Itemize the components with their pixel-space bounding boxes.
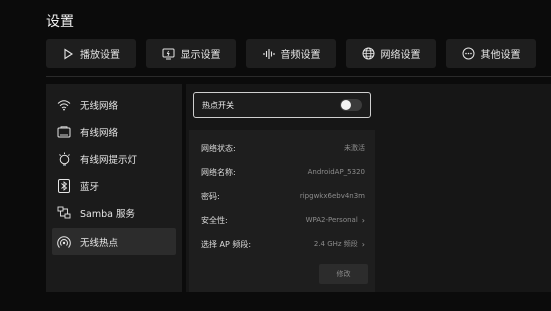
audio-wave-icon bbox=[262, 48, 275, 59]
hotspot-switch[interactable] bbox=[340, 99, 362, 111]
sidebar-item-label: 有线网络 bbox=[80, 127, 119, 139]
wifi-icon bbox=[56, 97, 72, 113]
tab-network[interactable]: 网络设置 bbox=[346, 39, 436, 68]
chevron-right-icon: › bbox=[361, 239, 365, 249]
more-icon bbox=[462, 47, 474, 60]
tab-other[interactable]: 其他设置 bbox=[446, 39, 536, 68]
sidebar-item-label: Samba 服务 bbox=[80, 208, 135, 220]
hotspot-toggle-label: 热点开关 bbox=[202, 100, 234, 110]
tab-display[interactable]: 显示设置 bbox=[146, 39, 236, 68]
band-row[interactable]: 选择 AP 频段: 2.4 GHz 频段 › bbox=[201, 237, 365, 251]
sidebar-item-label: 无线网络 bbox=[80, 100, 119, 112]
sidebar-item-label: 蓝牙 bbox=[80, 181, 100, 193]
sidebar-item-ethernet-led[interactable]: 有线网提示灯 bbox=[52, 145, 176, 172]
page-title: 设置 bbox=[46, 14, 74, 30]
security-row[interactable]: 安全性: WPA2-Personal › bbox=[201, 213, 365, 227]
password-value: ripgwkx6ebv4n3m bbox=[299, 192, 365, 200]
tab-label: 播放设置 bbox=[80, 50, 120, 61]
band-label: 选择 AP 频段: bbox=[201, 239, 252, 249]
ethernet-icon bbox=[56, 124, 72, 140]
hotspot-toggle-row[interactable]: 热点开关 bbox=[193, 92, 371, 118]
tab-label: 其他设置 bbox=[480, 50, 521, 61]
globe-icon bbox=[362, 47, 374, 60]
chevron-right-icon: › bbox=[361, 215, 365, 225]
bluetooth-icon bbox=[56, 178, 72, 194]
tab-label: 音频设置 bbox=[280, 50, 321, 61]
tab-playback[interactable]: 播放设置 bbox=[46, 39, 136, 68]
header-divider bbox=[46, 76, 551, 77]
sidebar-item-hotspot[interactable]: 无线热点 bbox=[52, 228, 176, 255]
tab-label: 显示设置 bbox=[180, 50, 221, 61]
hotspot-icon bbox=[56, 234, 72, 250]
sidebar-item-ethernet[interactable]: 有线网络 bbox=[52, 118, 176, 145]
status-label: 网络状态: bbox=[201, 143, 236, 153]
modify-button[interactable]: 修改 bbox=[319, 264, 368, 284]
display-icon bbox=[162, 48, 174, 59]
samba-icon bbox=[56, 205, 72, 221]
security-value-wrap: WPA2-Personal › bbox=[306, 216, 365, 225]
hotspot-info-card: 网络状态: 未激活 网络名称: AndroidAP_5320 密码: ripgw… bbox=[189, 130, 375, 292]
sidebar-item-label: 无线热点 bbox=[80, 237, 119, 249]
sidebar-item-wifi[interactable]: 无线网络 bbox=[52, 91, 176, 118]
status-row: 网络状态: 未激活 bbox=[201, 141, 365, 155]
network-name-row: 网络名称: AndroidAP_5320 bbox=[201, 165, 365, 179]
password-label: 密码: bbox=[201, 191, 220, 201]
status-value: 未激活 bbox=[344, 144, 365, 152]
bulb-icon bbox=[56, 151, 72, 167]
security-value: WPA2-Personal bbox=[305, 216, 358, 224]
security-label: 安全性: bbox=[201, 215, 228, 225]
network-name-label: 网络名称: bbox=[201, 167, 236, 177]
top-tabs: 播放设置 显示设置 音频设置 网络设置 其他设置 bbox=[46, 39, 536, 68]
tab-label: 网络设置 bbox=[380, 50, 421, 61]
password-row: 密码: ripgwkx6ebv4n3m bbox=[201, 189, 365, 203]
band-value: 2.4 GHz 频段 bbox=[313, 240, 358, 248]
sidebar-item-label: 有线网提示灯 bbox=[80, 154, 138, 166]
network-name-value: AndroidAP_5320 bbox=[307, 168, 365, 176]
sidebar: 无线网络 有线网络 有线网提示灯 蓝牙 Samba 服务 无线热点 bbox=[46, 84, 182, 292]
switch-knob bbox=[341, 100, 351, 110]
tab-audio[interactable]: 音频设置 bbox=[246, 39, 336, 68]
band-value-wrap: 2.4 GHz 频段 › bbox=[314, 239, 365, 249]
sidebar-item-samba[interactable]: Samba 服务 bbox=[52, 199, 176, 226]
sidebar-item-bluetooth[interactable]: 蓝牙 bbox=[52, 172, 176, 199]
play-icon bbox=[64, 47, 74, 60]
